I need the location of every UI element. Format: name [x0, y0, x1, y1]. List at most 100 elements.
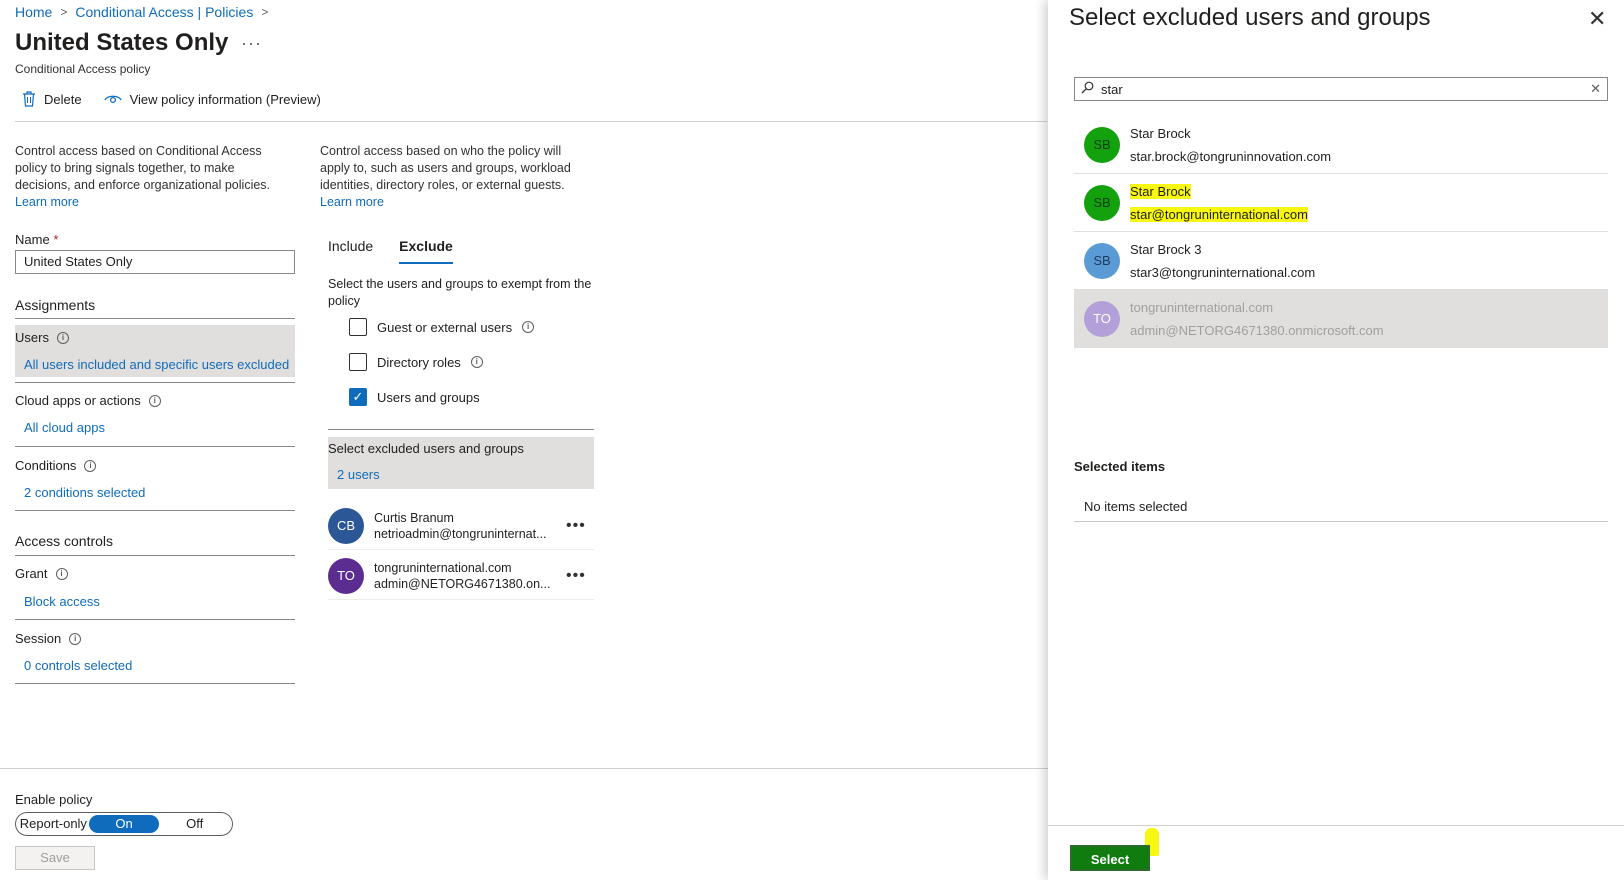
session-label: Session i — [15, 631, 82, 646]
info-icon: i — [148, 394, 161, 407]
conditions-label: Conditions i — [15, 458, 97, 473]
checkmark-icon: ✓ — [352, 389, 364, 404]
guest-external-label: Guest or external users — [377, 319, 513, 335]
avatar: SB — [1084, 242, 1120, 279]
name-label: Name * — [15, 232, 58, 247]
search-result-row[interactable]: SB Star Brock star.brock@tongruninnovati… — [1074, 116, 1608, 174]
excluded-user-email: netrioadmin@tongruninternat... — [374, 526, 547, 541]
users-label: Users i — [15, 330, 69, 345]
more-actions-icon[interactable]: ••• — [566, 517, 586, 535]
info-icon: i — [69, 632, 82, 645]
access-controls-divider — [15, 555, 295, 556]
users-label-text: Users — [15, 330, 49, 345]
policy-description: Control access based on Conditional Acce… — [15, 143, 285, 211]
delete-button[interactable]: Delete — [22, 91, 82, 107]
selected-items-heading: Selected items — [1074, 459, 1166, 474]
eye-icon — [103, 95, 122, 104]
include-exclude-tabs: Include Exclude — [328, 238, 453, 264]
toggle-off[interactable]: Off — [159, 815, 230, 833]
users-description: Control access based on who the policy w… — [320, 143, 590, 211]
enable-policy-toggle: Report-only On Off — [15, 812, 233, 836]
directory-roles-label: Directory roles — [377, 354, 461, 370]
selected-items-empty: No items selected — [1084, 499, 1188, 514]
clear-search-icon[interactable]: ✕ — [1590, 81, 1601, 97]
guest-external-checkbox[interactable] — [349, 318, 367, 336]
users-groups-option[interactable]: ✓ Users and groups — [349, 388, 480, 406]
avatar: TO — [328, 557, 364, 594]
search-result-row[interactable]: SB Star Brock 3 star3@tongruninternation… — [1074, 232, 1608, 290]
more-options-button[interactable]: ··· — [241, 33, 262, 54]
result-email: star@tongruninternational.com — [1130, 206, 1308, 222]
excluded-user-name: Curtis Branum — [374, 510, 454, 525]
save-button[interactable]: Save — [15, 846, 95, 870]
result-email: star3@tongruninternational.com — [1130, 264, 1316, 280]
breadcrumb-home[interactable]: Home — [15, 4, 52, 20]
cloud-apps-label-text: Cloud apps or actions — [15, 393, 141, 408]
session-value-link[interactable]: 0 controls selected — [24, 658, 132, 673]
name-label-text: Name — [15, 232, 50, 247]
info-icon: i — [84, 459, 97, 472]
cloud-apps-divider — [15, 446, 295, 447]
more-actions-icon[interactable]: ••• — [566, 567, 586, 585]
info-icon: i — [55, 567, 68, 580]
result-info: Star Brock star@tongruninternational.com — [1130, 180, 1308, 226]
view-policy-info-button[interactable]: View policy information (Preview) — [103, 92, 321, 107]
excluded-user-row: CB Curtis Branum netrioadmin@tongruninte… — [328, 502, 594, 550]
result-info: tongruninternational.com admin@NETORG467… — [1130, 296, 1384, 342]
select-button[interactable]: Select — [1070, 845, 1150, 871]
guest-external-option[interactable]: Guest or external users i — [349, 318, 535, 336]
access-controls-heading: Access controls — [15, 533, 114, 549]
assignments-heading: Assignments — [15, 297, 96, 313]
excluded-user-info: Curtis Branum netrioadmin@tongruninterna… — [374, 510, 556, 542]
search-icon — [1081, 81, 1095, 97]
trash-icon — [23, 91, 35, 107]
result-email: star.brock@tongruninnovation.com — [1130, 148, 1332, 164]
panel-title: Select excluded users and groups — [1069, 4, 1431, 31]
users-divider — [15, 382, 295, 383]
avatar: CB — [328, 507, 364, 544]
learn-more-link[interactable]: Learn more — [320, 195, 384, 209]
result-name: tongruninternational.com — [1130, 299, 1274, 315]
options-divider — [328, 429, 594, 430]
chevron-right-icon: > — [60, 5, 68, 19]
info-icon: i — [522, 321, 535, 333]
policy-description-text: Control access based on Conditional Acce… — [15, 144, 271, 192]
excluded-count-link[interactable]: 2 users — [337, 467, 380, 482]
panel-footer-divider — [1048, 825, 1624, 826]
toggle-report-only[interactable]: Report-only — [18, 815, 89, 833]
cloud-apps-value-link[interactable]: All cloud apps — [24, 420, 105, 435]
name-input[interactable]: United States Only — [15, 250, 295, 274]
session-label-text: Session — [15, 631, 62, 646]
session-divider — [15, 683, 295, 684]
selected-items-divider — [1074, 521, 1608, 522]
delete-label: Delete — [44, 91, 82, 107]
required-marker: * — [53, 232, 59, 247]
toolbar: Delete View policy information (Preview) — [22, 91, 333, 107]
users-description-text: Control access based on who the policy w… — [320, 144, 571, 192]
conditions-divider — [15, 510, 295, 511]
result-info: Star Brock star.brock@tongruninnovation.… — [1130, 122, 1331, 168]
tab-exclude[interactable]: Exclude — [399, 238, 453, 264]
close-icon[interactable]: ✕ — [1588, 6, 1606, 32]
tab-include[interactable]: Include — [328, 238, 373, 264]
toggle-on[interactable]: On — [88, 815, 160, 833]
users-groups-checkbox[interactable]: ✓ — [349, 388, 367, 406]
directory-roles-option[interactable]: Directory roles i — [349, 353, 483, 371]
info-icon: i — [470, 356, 483, 368]
search-result-row[interactable]: SB Star Brock star@tongruninternational.… — [1074, 174, 1608, 232]
search-input[interactable]: star — [1101, 82, 1590, 97]
toolbar-divider — [15, 121, 1047, 122]
learn-more-link[interactable]: Learn more — [15, 195, 79, 209]
users-value-link[interactable]: All users included and specific users ex… — [24, 357, 289, 372]
conditions-label-text: Conditions — [15, 458, 77, 473]
breadcrumb-policies[interactable]: Conditional Access | Policies — [75, 4, 253, 20]
result-info: Star Brock 3 star3@tongruninternational.… — [1130, 238, 1315, 284]
directory-roles-checkbox[interactable] — [349, 353, 367, 371]
page-title: United States Only — [15, 29, 229, 56]
search-box[interactable]: star ✕ — [1074, 77, 1608, 101]
grant-value-link[interactable]: Block access — [24, 594, 100, 609]
excluded-user-name: tongruninternational.com — [374, 560, 512, 575]
grant-label-text: Grant — [15, 566, 48, 581]
grant-divider — [15, 619, 295, 620]
conditions-value-link[interactable]: 2 conditions selected — [24, 485, 145, 500]
